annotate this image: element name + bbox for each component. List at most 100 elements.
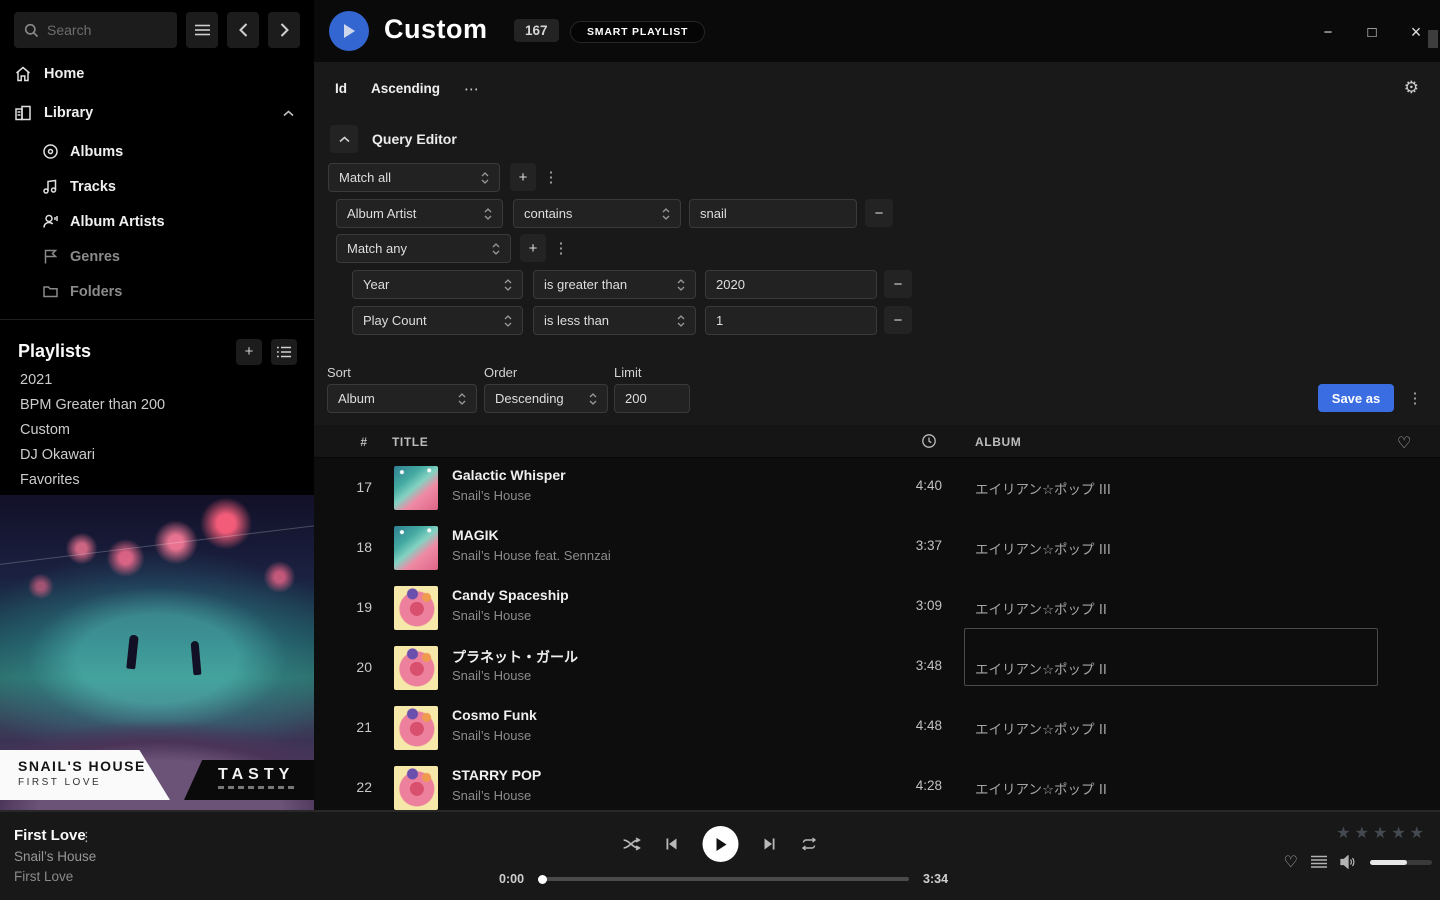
search-input[interactable] — [47, 22, 167, 38]
limit-input[interactable] — [614, 384, 690, 413]
sidebar-item-tracks[interactable]: Tracks — [42, 178, 300, 195]
nav-back-button[interactable] — [227, 12, 259, 48]
query-editor-collapse-button[interactable] — [330, 125, 358, 153]
order-select[interactable]: Descending — [484, 384, 608, 413]
playlist-item-favorites[interactable]: Favorites — [20, 472, 80, 488]
match-type-select-2[interactable]: Match any — [336, 234, 511, 263]
rule2-field-select[interactable]: Year — [352, 270, 523, 299]
seek-handle[interactable] — [538, 875, 547, 884]
now-playing-artwork[interactable]: SNAIL'S HOUSE FIRST LOVE TASTY — [0, 495, 314, 810]
rule3-field-select[interactable]: Play Count — [352, 306, 523, 335]
add-playlist-button[interactable]: + — [236, 339, 262, 365]
smart-playlist-badge: SMART PLAYLIST — [570, 21, 705, 43]
chevron-left-icon — [239, 23, 248, 37]
play-pause-button[interactable] — [703, 826, 739, 862]
menu-button[interactable] — [186, 12, 218, 48]
scrollbar-thumb[interactable] — [1428, 30, 1438, 48]
playlist-item-2021[interactable]: 2021 — [20, 372, 52, 388]
artist-icon — [42, 213, 59, 230]
rule3-value-input[interactable] — [705, 306, 877, 335]
sort-field-button[interactable]: Id — [335, 81, 347, 96]
column-number[interactable]: # — [352, 435, 376, 449]
rule1-value-input[interactable] — [689, 199, 857, 228]
sidebar-item-folders[interactable]: Folders — [42, 283, 300, 300]
query-options-button[interactable]: ⋮ — [1406, 384, 1424, 412]
now-playing-artist[interactable]: Snail’s House — [14, 849, 96, 864]
window-close-button[interactable]: × — [1406, 22, 1426, 42]
chevron-up-icon — [339, 136, 350, 143]
window-minimize-button[interactable]: − — [1318, 22, 1338, 42]
more-options-icon[interactable]: ⋯ — [464, 80, 480, 98]
track-row[interactable]: 21 Cosmo Funk Snail’s House 4:48 エイリアン☆ポ… — [314, 698, 1440, 758]
volume-icon[interactable] — [1340, 855, 1357, 869]
star-icon[interactable]: ★ — [1355, 823, 1369, 843]
remove-rule3-button[interactable]: − — [884, 306, 912, 334]
star-icon[interactable]: ★ — [1391, 823, 1405, 843]
repeat-button[interactable] — [801, 837, 818, 851]
minus-icon: − — [875, 205, 884, 222]
sidebar: Home Library Albums Tracks Album Artists… — [0, 0, 314, 810]
column-title[interactable]: TITLE — [392, 435, 428, 449]
next-track-button[interactable] — [763, 837, 777, 851]
seek-bar[interactable] — [538, 877, 909, 881]
remove-rule1-button[interactable]: − — [865, 199, 893, 227]
rule3-operator-select[interactable]: is less than — [533, 306, 696, 335]
duration-clock-icon[interactable] — [921, 433, 937, 449]
playlist-item-dj-okawari[interactable]: DJ Okawari — [20, 447, 95, 463]
track-row[interactable]: 18 MAGIK Snail’s House feat. Sennzai 3:3… — [314, 518, 1440, 578]
rule1-field-select[interactable]: Album Artist — [336, 199, 503, 228]
add-rule-button-1[interactable]: + — [510, 163, 536, 191]
playlist-list-button[interactable] — [271, 339, 297, 365]
track-row[interactable]: 22 STARRY POP Snail’s House 4:28 エイリアン☆ポ… — [314, 758, 1440, 810]
track-row[interactable]: 17 Galactic Whisper Snail’s House 4:40 エ… — [314, 458, 1440, 518]
playlist-item-custom[interactable]: Custom — [20, 422, 70, 438]
star-icon[interactable]: ★ — [1410, 823, 1424, 843]
favorite-column-heart-icon[interactable]: ♡ — [1397, 433, 1412, 453]
save-as-button[interactable]: Save as — [1318, 384, 1394, 412]
album-art-thumbnail — [394, 586, 438, 630]
sidebar-item-library[interactable]: Library — [14, 104, 300, 122]
now-playing-title[interactable]: First Love — [14, 827, 86, 844]
playlists-heading: Playlists — [18, 341, 91, 362]
plus-icon: + — [519, 169, 528, 186]
search-box[interactable] — [14, 12, 177, 48]
star-icon[interactable]: ★ — [1373, 823, 1387, 843]
sort-direction-button[interactable]: Ascending — [371, 81, 440, 96]
window-maximize-button[interactable]: □ — [1362, 22, 1382, 42]
sidebar-divider — [0, 319, 314, 320]
sort-select[interactable]: Album — [327, 384, 477, 413]
group-options-button-1[interactable]: ⋮ — [542, 163, 560, 191]
sidebar-item-home[interactable]: Home — [14, 65, 300, 83]
remove-rule2-button[interactable]: − — [884, 270, 912, 298]
add-rule-button-2[interactable]: + — [520, 234, 546, 262]
figure-silhouette — [126, 635, 139, 670]
volume-slider[interactable] — [1370, 860, 1432, 865]
rule2-value-input[interactable] — [705, 270, 877, 299]
nav-forward-button[interactable] — [268, 12, 300, 48]
shuffle-button[interactable] — [623, 837, 641, 851]
rule2-operator-select[interactable]: is greater than — [533, 270, 696, 299]
track-row[interactable]: 20 プラネット・ガール Snail’s House 3:48 エイリアン☆ポッ… — [314, 638, 1440, 698]
favorite-heart-icon[interactable]: ♡ — [1284, 852, 1298, 872]
gear-icon[interactable]: ⚙ — [1404, 78, 1419, 98]
match-type-select-1[interactable]: Match all — [328, 163, 500, 192]
album-art-thumbnail — [394, 706, 438, 750]
folder-icon — [42, 283, 59, 300]
player-bar: First Love ⋮ Snail’s House First Love 0:… — [0, 810, 1440, 900]
playlist-item-bpm[interactable]: BPM Greater than 200 — [20, 397, 165, 413]
track-options-icon[interactable]: ⋮ — [80, 829, 93, 845]
previous-track-button[interactable] — [665, 837, 679, 851]
group-options-button-2[interactable]: ⋮ — [552, 234, 570, 262]
queue-icon[interactable] — [1311, 855, 1327, 869]
now-playing-album[interactable]: First Love — [14, 869, 73, 884]
play-playlist-button[interactable] — [329, 11, 369, 51]
shuffle-icon — [623, 837, 641, 851]
select-arrows-icon — [458, 393, 466, 405]
rule1-operator-select[interactable]: contains — [513, 199, 681, 228]
track-row[interactable]: 19 Candy Spaceship Snail’s House 3:09 エイ… — [314, 578, 1440, 638]
sidebar-item-albums[interactable]: Albums — [42, 143, 300, 160]
sidebar-item-album-artists[interactable]: Album Artists — [42, 213, 300, 230]
column-album[interactable]: ALBUM — [975, 435, 1021, 449]
star-icon[interactable]: ★ — [1336, 823, 1350, 843]
sidebar-item-genres[interactable]: Genres — [42, 248, 300, 265]
